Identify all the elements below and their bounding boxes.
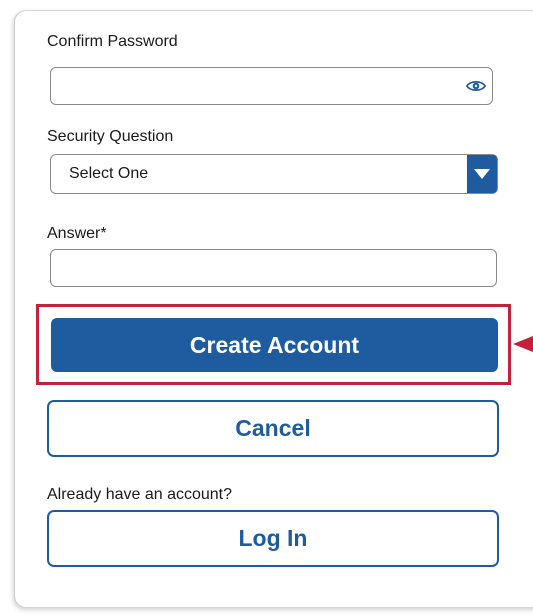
pointer-arrow-icon <box>513 336 533 352</box>
security-question-selected: Select One <box>69 165 149 182</box>
page: Confirm Password Security Question Selec… <box>0 0 533 615</box>
login-prompt: Already have an account? <box>47 486 233 503</box>
log-in-button[interactable]: Log In <box>47 510 499 567</box>
answer-label: Answer* <box>47 225 107 242</box>
chevron-down-icon[interactable] <box>467 155 497 193</box>
create-account-button[interactable]: Create Account <box>51 318 498 372</box>
security-question-select[interactable]: Select One <box>50 154 498 194</box>
security-question-label: Security Question <box>47 128 174 145</box>
cancel-button[interactable]: Cancel <box>47 400 499 457</box>
confirm-password-label: Confirm Password <box>47 33 178 50</box>
eye-icon[interactable] <box>466 79 486 93</box>
answer-field[interactable] <box>50 249 497 287</box>
confirm-password-field[interactable] <box>50 67 493 105</box>
